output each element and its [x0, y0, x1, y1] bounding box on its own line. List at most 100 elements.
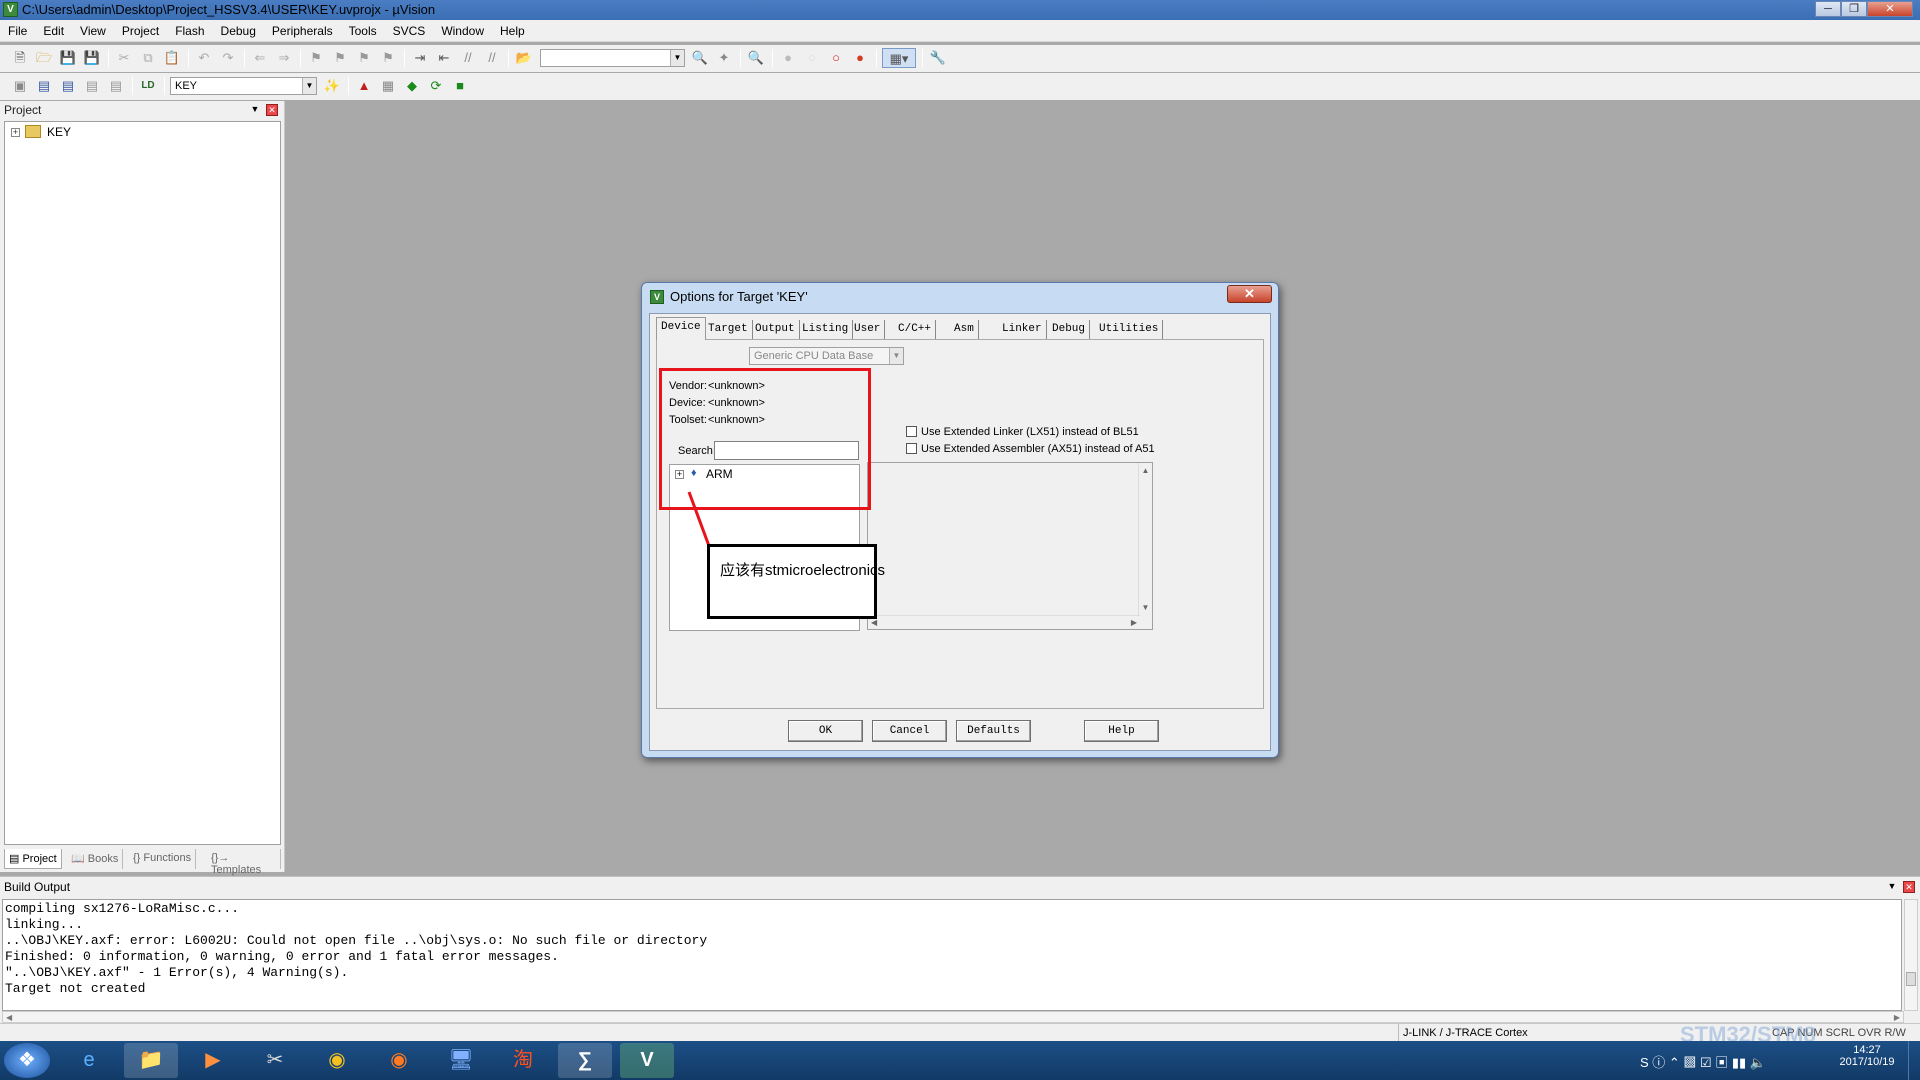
breakpoint-disable-icon[interactable]: ○ [802, 48, 822, 68]
tab-device[interactable]: Device [656, 317, 706, 340]
redo-icon[interactable]: ↷ [218, 48, 238, 68]
undo-icon[interactable]: ↶ [194, 48, 214, 68]
tab-output[interactable]: Output [751, 320, 800, 339]
pin-icon[interactable]: ▼ [249, 104, 261, 116]
incremental-find-icon[interactable]: ✦ [714, 48, 734, 68]
manage-rte-icon[interactable]: ⟳ [426, 76, 446, 96]
target-options-icon[interactable]: ✨ [322, 76, 342, 96]
editor-app-icon[interactable]: ∑ [558, 1043, 612, 1078]
menu-view[interactable]: View [72, 20, 114, 38]
keil-uvision-icon[interactable]: V [620, 1043, 674, 1078]
menu-help[interactable]: Help [492, 20, 533, 38]
pin-icon[interactable]: ▼ [1886, 881, 1898, 893]
indent-icon[interactable]: ⇥ [410, 48, 430, 68]
clock[interactable]: 14:27 2017/10/19 [1832, 1044, 1902, 1068]
configure-icon[interactable]: 🔧 [928, 48, 948, 68]
breakpoint-disable-all-icon[interactable]: ○ [826, 48, 846, 68]
nav-back-icon[interactable]: ⇐ [250, 48, 270, 68]
tab-linker[interactable]: Linker [998, 320, 1047, 339]
ok-button[interactable]: OK [788, 720, 863, 742]
taobao-icon[interactable]: 淘 [496, 1043, 550, 1078]
menu-svcs[interactable]: SVCS [385, 20, 434, 38]
cut-icon[interactable]: ✂ [114, 48, 134, 68]
menu-edit[interactable]: Edit [35, 20, 72, 38]
breakpoint-icon[interactable]: ● [778, 48, 798, 68]
download-icon[interactable]: LD [138, 76, 158, 96]
nav-forward-icon[interactable]: ⇒ [274, 48, 294, 68]
tab-books[interactable]: 📖 Books [67, 849, 124, 869]
bookmark-icon[interactable]: ⚑ [306, 48, 326, 68]
scroll-thumb[interactable] [1906, 972, 1916, 986]
database-select[interactable]: Generic CPU Data Base ▼ [749, 347, 904, 365]
build-output-text[interactable]: compiling sx1276-LoRaMisc.c... linking...… [2, 899, 1902, 1011]
menu-debug[interactable]: Debug [213, 20, 264, 38]
minimize-button[interactable]: ─ [1815, 1, 1841, 17]
show-desktop-button[interactable] [1908, 1041, 1920, 1080]
new-file-icon[interactable]: 🗎 [10, 48, 30, 68]
bookmark-prev-icon[interactable]: ⚑ [330, 48, 350, 68]
uncomment-icon[interactable]: // [482, 48, 502, 68]
horizontal-scrollbar[interactable]: ◀ ▶ [868, 615, 1140, 629]
tray-icons[interactable]: S ⓘ ⌃ ▩ ☑ ▣ ▮▮ 🔈 [1640, 1052, 1766, 1071]
close-panel-icon[interactable]: ✕ [266, 104, 278, 116]
find-icon[interactable]: 🔍 [690, 48, 710, 68]
translate-icon[interactable]: ▣ [10, 76, 30, 96]
help-button[interactable]: Help [1084, 720, 1159, 742]
paste-icon[interactable]: 📋 [162, 48, 182, 68]
menu-flash[interactable]: Flash [167, 20, 212, 38]
extended-linker-checkbox[interactable] [906, 426, 917, 437]
menu-window[interactable]: Window [433, 20, 492, 38]
select-packs-icon[interactable]: ▦ [378, 76, 398, 96]
rebuild-icon[interactable]: ▤ [58, 76, 78, 96]
batch-build-icon[interactable]: ▤ [82, 76, 102, 96]
stop-build-icon[interactable]: ▤ [106, 76, 126, 96]
tab-templates[interactable]: {}→ Templates [207, 849, 281, 876]
output-vertical-scrollbar[interactable] [1904, 899, 1918, 1011]
find-in-files-icon[interactable]: 📂 [514, 48, 534, 68]
save-all-icon[interactable]: 💾 [82, 48, 102, 68]
unindent-icon[interactable]: ⇤ [434, 48, 454, 68]
close-icon[interactable]: ✕ [1867, 1, 1913, 17]
network-app-icon[interactable]: 🖥 [434, 1043, 488, 1078]
dialog-close-icon[interactable]: ✕ [1227, 285, 1272, 303]
firefox-icon[interactable]: ◉ [372, 1043, 426, 1078]
open-file-icon[interactable]: 🗁 [34, 48, 54, 68]
menu-tools[interactable]: Tools [341, 20, 385, 38]
tab-asm[interactable]: Asm [950, 320, 979, 339]
expand-icon[interactable]: + [11, 128, 20, 137]
breakpoint-kill-all-icon[interactable]: ● [850, 48, 870, 68]
save-icon[interactable]: 💾 [58, 48, 78, 68]
tab-project[interactable]: ▤ Project [4, 849, 62, 869]
tab-user[interactable]: User [850, 320, 886, 339]
tab-functions[interactable]: {} Functions [129, 849, 197, 869]
bookmark-clear-icon[interactable]: ⚑ [378, 48, 398, 68]
copy-icon[interactable]: ⧉ [138, 48, 158, 68]
target-select[interactable]: KEY ▼ [170, 77, 317, 95]
tab-cc[interactable]: C/C++ [894, 320, 937, 339]
tab-utilities[interactable]: Utilities [1095, 320, 1164, 339]
rte-icon[interactable]: ■ [450, 76, 470, 96]
extended-assembler-checkbox[interactable] [906, 443, 917, 454]
chrome-icon[interactable]: ◉ [310, 1043, 364, 1078]
menu-peripherals[interactable]: Peripherals [264, 20, 341, 38]
menu-project[interactable]: Project [114, 20, 167, 38]
menu-file[interactable]: File [0, 20, 35, 38]
cancel-button[interactable]: Cancel [872, 720, 947, 742]
media-player-icon[interactable]: ▶ [186, 1043, 240, 1078]
find-combo[interactable]: ▼ [540, 49, 685, 67]
vertical-scrollbar[interactable]: ▲ ▼ [1138, 463, 1152, 615]
output-horizontal-scrollbar[interactable]: ◀ ▶ [2, 1011, 1904, 1023]
tab-target[interactable]: Target [704, 320, 753, 339]
pack-installer-icon[interactable]: ◆ [402, 76, 422, 96]
internet-explorer-icon[interactable]: e [62, 1043, 116, 1078]
comment-icon[interactable]: // [458, 48, 478, 68]
tab-debug[interactable]: Debug [1048, 320, 1091, 339]
manage-project-icon[interactable]: ▲ [354, 76, 374, 96]
snipping-tool-icon[interactable]: ✂ [248, 1043, 302, 1078]
close-panel-icon[interactable]: ✕ [1903, 881, 1915, 893]
build-icon[interactable]: ▤ [34, 76, 54, 96]
start-button-icon[interactable]: ❖ [4, 1043, 50, 1078]
window-titlebar[interactable]: V C:\Users\admin\Desktop\Project_HSSV3.4… [0, 0, 1920, 20]
chevron-down-icon[interactable]: ▼ [670, 50, 684, 66]
window-layout-icon[interactable]: ▦▾ [882, 48, 916, 68]
